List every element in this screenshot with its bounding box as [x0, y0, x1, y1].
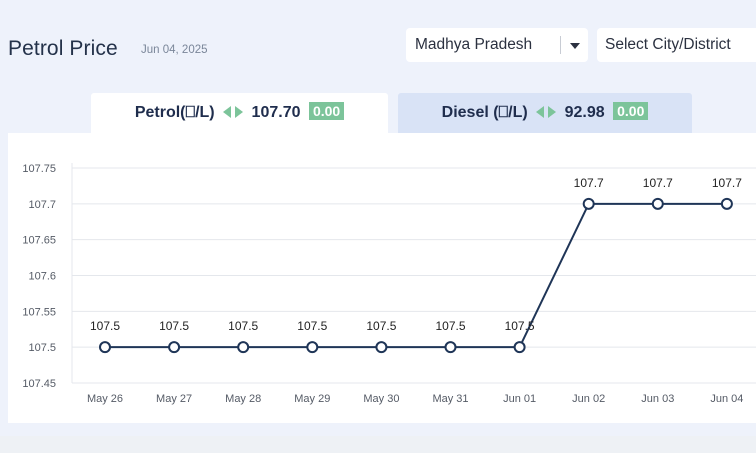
page-title: Petrol Price [8, 37, 118, 60]
price-data-point [513, 341, 526, 354]
petrol-price-widget: Petrol Price Jun 04, 2025 Madhya Pradesh… [0, 0, 756, 453]
y-tick-label: 107.75 [22, 163, 56, 175]
x-tick-label: May 30 [363, 393, 399, 405]
tab-petrol[interactable]: Petrol(⎕/L) 107.70 0.00 [91, 93, 388, 133]
price-change-arrows-icon [223, 105, 244, 118]
price-date: Jun 04, 2025 [141, 44, 208, 56]
y-tick-label: 107.5 [28, 342, 56, 354]
price-data-label: 107.5 [90, 319, 120, 333]
price-data-point [444, 341, 457, 354]
bottom-strip [0, 436, 756, 453]
y-tick-label: 107.45 [22, 378, 56, 390]
chevron-down-icon[interactable] [570, 43, 580, 49]
x-tick-label: Jun 04 [710, 393, 743, 405]
y-tick-label: 107.65 [22, 235, 56, 247]
price-data-label: 107.5 [228, 319, 258, 333]
price-data-label: 107.7 [643, 176, 673, 190]
x-tick-label: May 29 [294, 393, 330, 405]
state-select-value: Madhya Pradesh [415, 36, 533, 53]
tab-diesel-label: Diesel (⎕/L) [441, 104, 528, 121]
x-tick-label: Jun 01 [503, 393, 536, 405]
x-tick-label: May 26 [87, 393, 123, 405]
price-data-label: 107.5 [297, 319, 327, 333]
tab-petrol-price: 107.70 [251, 104, 301, 121]
tab-petrol-change-badge: 0.00 [308, 102, 345, 121]
price-data-label: 107.7 [574, 176, 604, 190]
price-data-point [99, 341, 111, 354]
x-tick-label: May 31 [432, 393, 468, 405]
price-data-label: 107.7 [712, 176, 742, 190]
price-data-point [582, 197, 595, 210]
tab-diesel[interactable]: Diesel (⎕/L) 92.98 0.00 [398, 93, 692, 133]
city-select-placeholder: Select City/District [605, 36, 731, 53]
y-tick-label: 107.55 [22, 306, 56, 318]
state-select[interactable]: Madhya Pradesh [406, 28, 588, 62]
price-data-label: 107.5 [435, 319, 465, 333]
price-data-point [168, 341, 181, 354]
tab-petrol-label: Petrol(⎕/L) [134, 104, 215, 121]
y-tick-label: 107.7 [28, 199, 56, 211]
x-tick-label: Jun 02 [572, 393, 605, 405]
price-line-chart: 107.75 107.7 107.65 107.6 107.55 107.5 107.45 M… [22, 163, 756, 405]
price-data-point [237, 341, 250, 354]
x-tick-label: May 28 [225, 393, 261, 405]
price-data-point [720, 197, 733, 210]
price-data-label: 107.5 [366, 319, 396, 333]
city-select[interactable]: Select City/District [597, 28, 756, 62]
price-data-point [375, 341, 388, 354]
price-change-arrows-icon [536, 105, 557, 118]
price-chart-panel: 107.75 107.7 107.65 107.6 107.55 107.5 107.45 M… [8, 133, 756, 423]
tab-diesel-change-badge: 0.00 [613, 102, 649, 121]
price-data-point [306, 341, 319, 354]
y-tick-label: 107.6 [28, 271, 56, 283]
price-data-point [651, 197, 664, 210]
x-tick-label: Jun 03 [641, 393, 674, 405]
tab-diesel-price: 92.98 [564, 104, 605, 121]
state-select-divider [560, 36, 561, 54]
price-data-label: 107.5 [505, 319, 535, 333]
price-data-label: 107.5 [159, 319, 189, 333]
x-tick-label: May 27 [156, 393, 192, 405]
